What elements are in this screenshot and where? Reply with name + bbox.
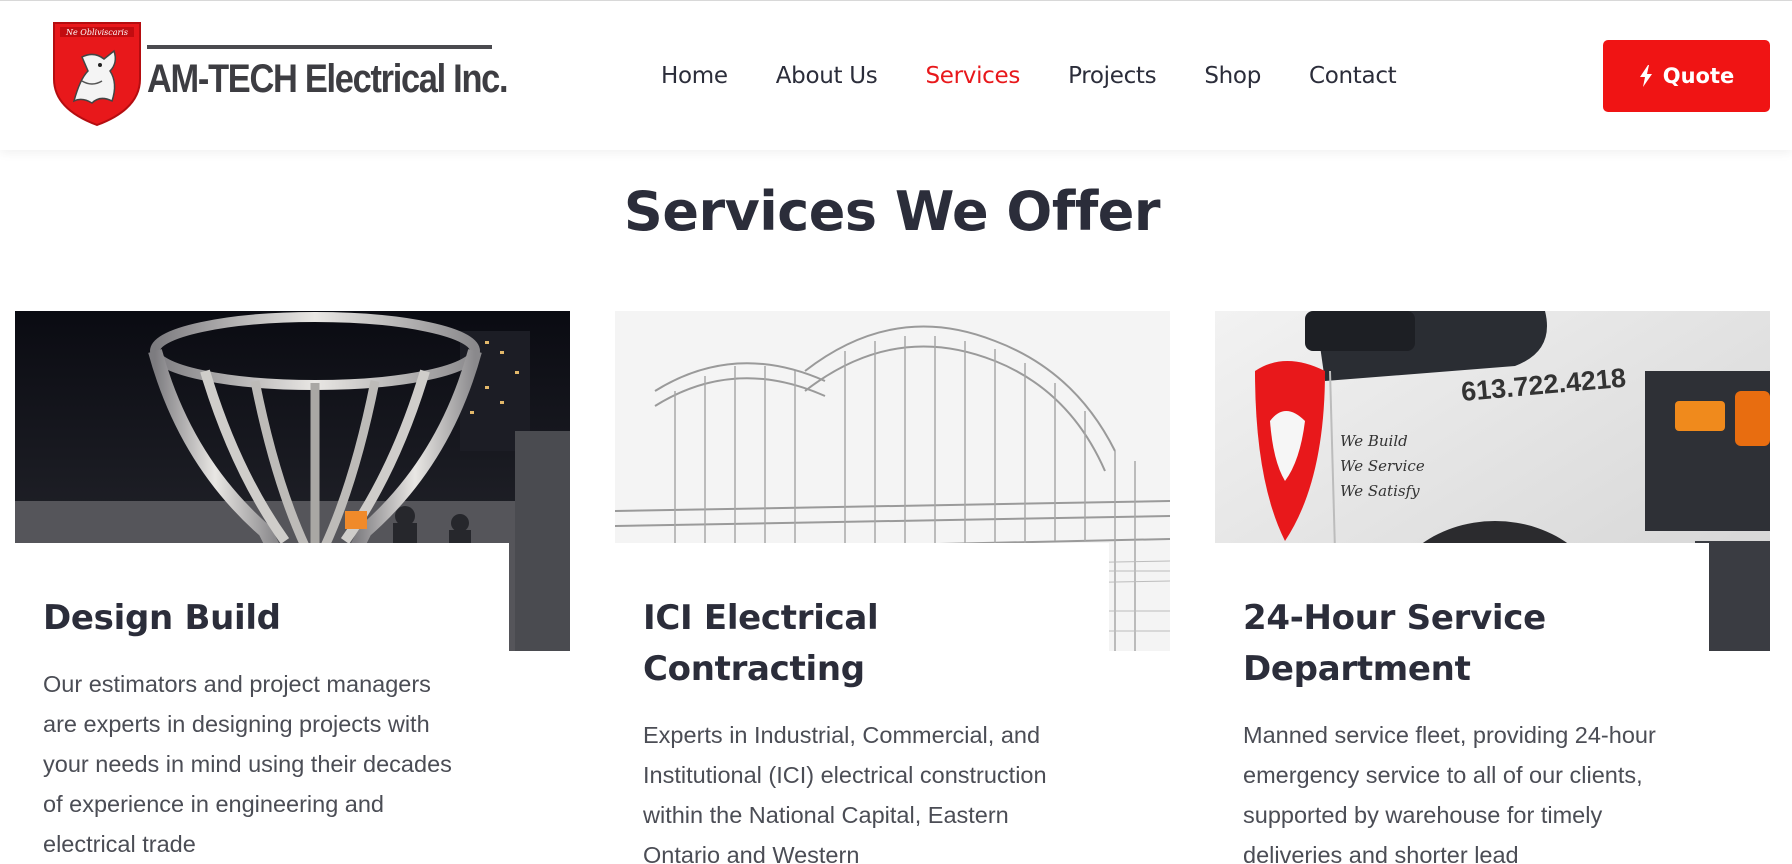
lightning-icon bbox=[1639, 65, 1652, 87]
card-title: ICI Electrical Contracting bbox=[643, 598, 879, 689]
service-card-ici-electrical[interactable]: ICI Electrical Contracting Experts in In… bbox=[615, 311, 1170, 864]
logo-text: AM-TECH Electrical Inc. bbox=[147, 57, 509, 101]
quote-button-label: Quote bbox=[1662, 64, 1735, 88]
nav-projects[interactable]: Projects bbox=[1068, 63, 1157, 89]
nav-services[interactable]: Services bbox=[925, 63, 1020, 89]
card-body: Design Build Our estimators and project … bbox=[15, 543, 509, 864]
svg-text:We Satisfy: We Satisfy bbox=[1340, 482, 1420, 500]
card-title: 24-Hour Service Department bbox=[1243, 598, 1546, 689]
svg-text:We Service: We Service bbox=[1340, 457, 1425, 475]
main-nav: Home About Us Services Projects Shop Con… bbox=[661, 63, 1444, 89]
service-card-design-build[interactable]: Design Build Our estimators and project … bbox=[15, 311, 570, 864]
site-header: Ne Obliviscaris AM-TECH Electrical Inc. … bbox=[0, 0, 1792, 150]
service-card-24-hour-service[interactable]: 613.722.4218 We Build We Service We Sati… bbox=[1215, 311, 1770, 864]
nav-shop[interactable]: Shop bbox=[1204, 63, 1261, 89]
svg-text:Ne Obliviscaris: Ne Obliviscaris bbox=[65, 28, 128, 37]
card-text: Manned service fleet, providing 24-hour … bbox=[1243, 722, 1656, 864]
nav-about-us[interactable]: About Us bbox=[776, 63, 878, 89]
card-body: ICI Electrical Contracting Experts in In… bbox=[615, 543, 1109, 864]
shield-logo-icon: Ne Obliviscaris bbox=[53, 22, 141, 127]
section-title: Services We Offer bbox=[623, 180, 1161, 243]
quote-button[interactable]: Quote bbox=[1603, 40, 1770, 112]
card-text: Experts in Industrial, Commercial, and I… bbox=[643, 722, 1047, 864]
card-text: Our estimators and project managers are … bbox=[43, 671, 452, 857]
card-title: Design Build bbox=[43, 598, 281, 638]
site-logo[interactable]: Ne Obliviscaris AM-TECH Electrical Inc. bbox=[52, 21, 509, 131]
nav-contact[interactable]: Contact bbox=[1309, 63, 1397, 89]
svg-text:We Build: We Build bbox=[1340, 432, 1408, 450]
logo-rule bbox=[147, 45, 492, 49]
card-body: 24-Hour Service Department Manned servic… bbox=[1215, 543, 1709, 864]
nav-home[interactable]: Home bbox=[661, 63, 728, 89]
